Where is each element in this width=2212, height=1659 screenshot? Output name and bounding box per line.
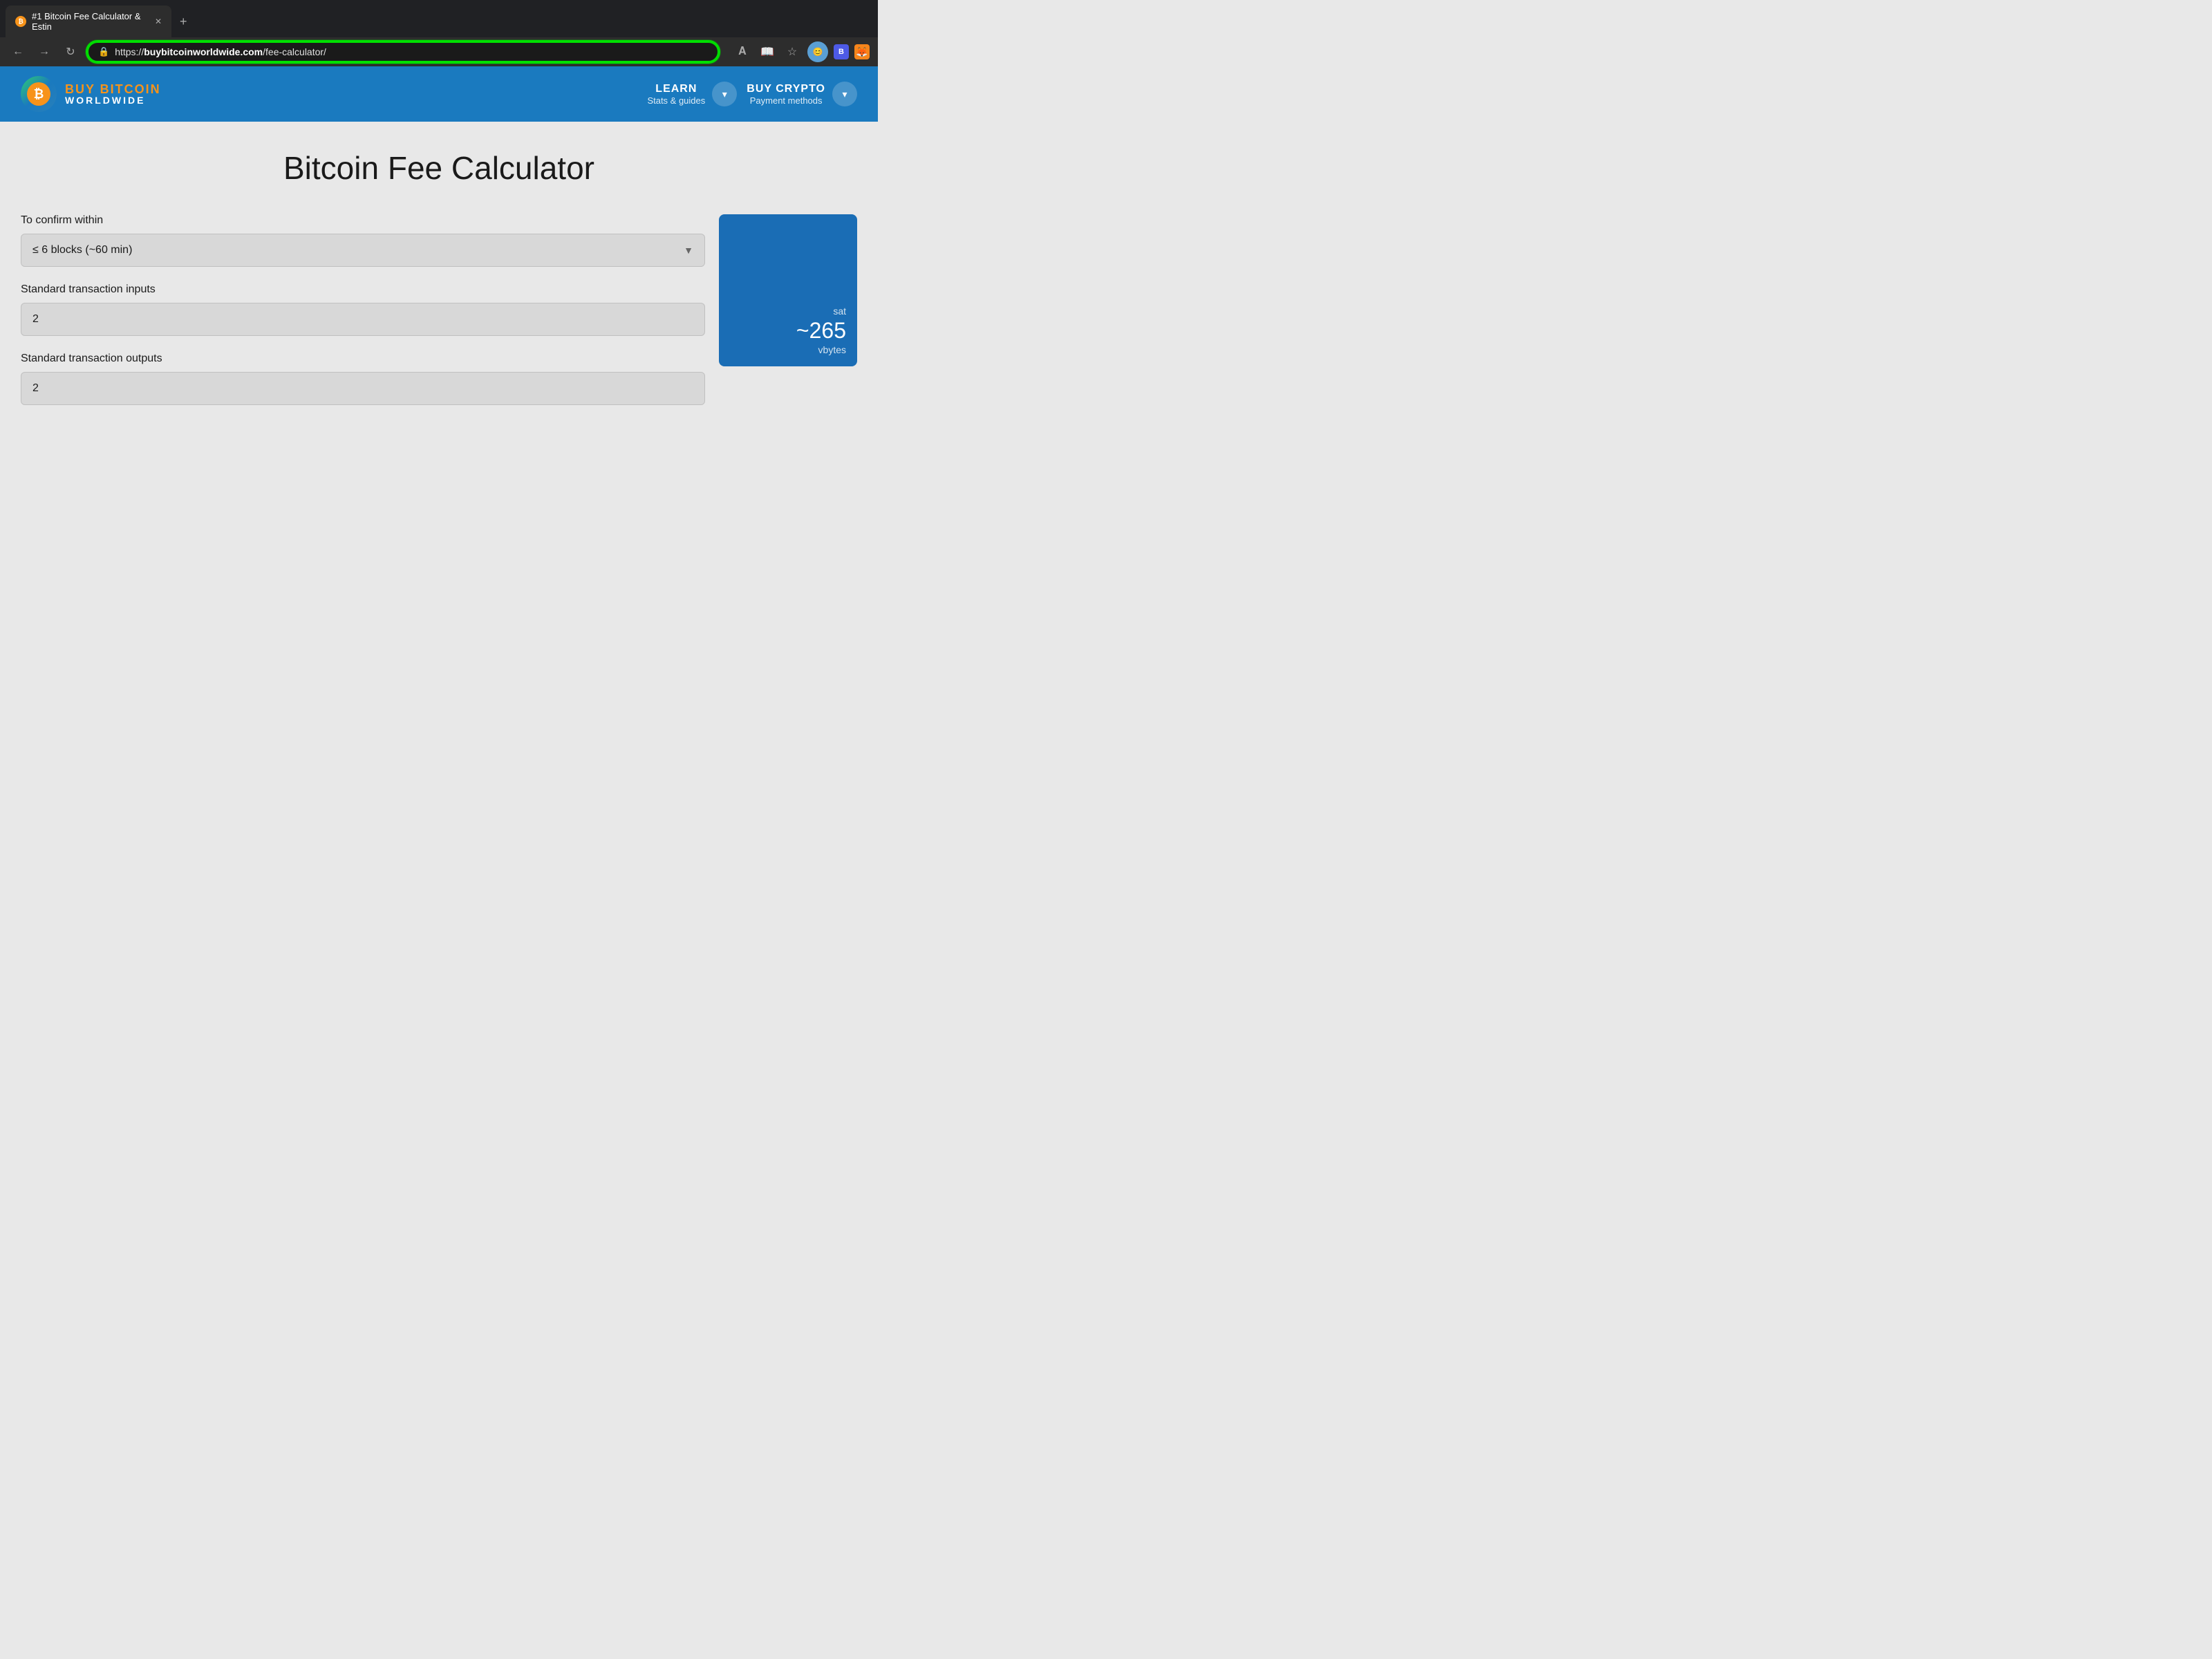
read-mode-icon[interactable]: 𝐀	[733, 42, 752, 62]
outputs-label: Standard transaction outputs	[21, 353, 705, 365]
page-title: Bitcoin Fee Calculator	[21, 149, 857, 187]
tab-title: #1 Bitcoin Fee Calculator & Estin	[32, 11, 149, 32]
logo-worldwide: WORLDWIDE	[65, 95, 161, 105]
tab-favicon: ₿	[15, 16, 26, 27]
site-header: ₿ BUY BITCOIN WORLDWIDE LEARN Stats & gu…	[0, 66, 878, 122]
lock-icon: 🔒	[98, 46, 109, 57]
logo-bitcoin-icon: ₿	[27, 82, 50, 106]
learn-nav-text: LEARN Stats & guides	[647, 82, 705, 106]
tab-close-button[interactable]: ✕	[155, 17, 162, 26]
side-panel-unit-label: sat	[730, 306, 846, 317]
confirm-within-select[interactable]: ≤ 6 blocks (~60 min) ▼	[21, 234, 705, 267]
brave-extension-icon[interactable]: B	[834, 44, 849, 59]
favorites-icon[interactable]: ☆	[782, 42, 802, 62]
logo-text: BUY BITCOIN WORLDWIDE	[65, 83, 161, 105]
buy-crypto-nav-item[interactable]: BUY CRYPTO Payment methods ▾	[747, 82, 857, 106]
address-text: https://buybitcoinworldwide.com/fee-calc…	[115, 46, 326, 57]
learn-nav-item[interactable]: LEARN Stats & guides ▾	[647, 82, 737, 106]
outputs-value: 2	[32, 382, 39, 394]
side-panel-size-label: vbytes	[730, 344, 846, 355]
form-section: To confirm within ≤ 6 blocks (~60 min) ▼…	[21, 214, 705, 422]
content-layout: To confirm within ≤ 6 blocks (~60 min) ▼…	[21, 214, 857, 422]
buy-crypto-nav-subtitle: Payment methods	[747, 95, 825, 106]
buy-crypto-dropdown-button[interactable]: ▾	[832, 82, 857, 106]
main-content: Bitcoin Fee Calculator To confirm within…	[0, 122, 878, 536]
learn-nav-title: LEARN	[647, 82, 705, 95]
logo-buy-bitcoin: BUY BITCOIN	[65, 83, 161, 95]
logo-area[interactable]: ₿ BUY BITCOIN WORLDWIDE	[21, 76, 161, 112]
browser-chrome: ₿ #1 Bitcoin Fee Calculator & Estin ✕ + …	[0, 0, 878, 66]
learn-dropdown-button[interactable]: ▾	[712, 82, 737, 106]
buy-crypto-nav-title: BUY CRYPTO	[747, 82, 825, 95]
tab-bar: ₿ #1 Bitcoin Fee Calculator & Estin ✕ +	[0, 0, 878, 37]
outputs-input[interactable]: 2	[21, 372, 705, 405]
inputs-label: Standard transaction inputs	[21, 283, 705, 296]
nav-items: LEARN Stats & guides ▾ BUY CRYPTO Paymen…	[647, 82, 857, 106]
reading-list-icon[interactable]: 📖	[758, 42, 777, 62]
refresh-button[interactable]: ↻	[61, 42, 80, 62]
inputs-value: 2	[32, 313, 39, 325]
toolbar-icons: 𝐀 📖 ☆ 😊 B 🦊	[733, 41, 870, 62]
back-button[interactable]: ←	[8, 42, 28, 62]
forward-button[interactable]: →	[35, 42, 54, 62]
confirm-within-arrow-icon: ▼	[684, 245, 693, 256]
buy-crypto-nav-text: BUY CRYPTO Payment methods	[747, 82, 825, 106]
metamask-extension-icon[interactable]: 🦊	[854, 44, 870, 59]
active-tab[interactable]: ₿ #1 Bitcoin Fee Calculator & Estin ✕	[6, 6, 171, 37]
side-panel: sat ~265 vbytes	[719, 214, 857, 366]
side-panel-value: ~265	[730, 319, 846, 341]
address-bar[interactable]: 🔒 https://buybitcoinworldwide.com/fee-ca…	[87, 41, 719, 62]
learn-nav-subtitle: Stats & guides	[647, 95, 705, 106]
address-bar-row: ← → ↻ 🔒 https://buybitcoinworldwide.com/…	[0, 37, 878, 66]
new-tab-button[interactable]: +	[174, 12, 193, 32]
profile-icon[interactable]: 😊	[807, 41, 828, 62]
logo-globe: ₿	[21, 76, 57, 112]
confirm-within-label: To confirm within	[21, 214, 705, 227]
confirm-within-value: ≤ 6 blocks (~60 min)	[32, 244, 132, 256]
inputs-input[interactable]: 2	[21, 303, 705, 336]
